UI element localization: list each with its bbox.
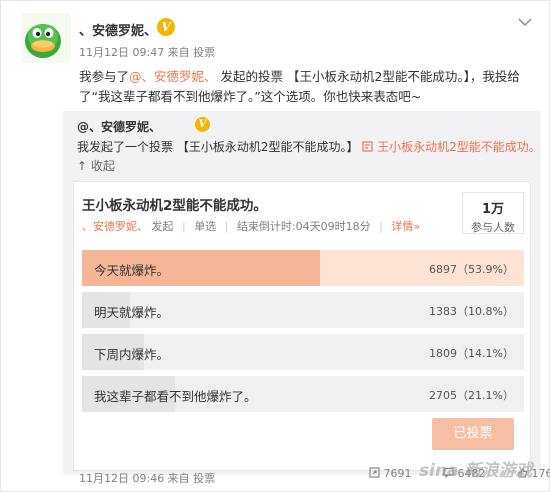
- post-meta: 11月12日 09:47 来自 投票: [79, 46, 216, 59]
- poll-option[interactable]: 我这辈子都看不到他爆炸了。 2705（21.1%）: [82, 376, 524, 412]
- post-username[interactable]: 、安德罗妮、: [79, 20, 157, 39]
- poll-detail-link[interactable]: 详情»: [391, 220, 420, 233]
- poll-organizer-suffix: 发起: [151, 220, 174, 233]
- repost-meta: 11月12日 09:46 来自 投票: [79, 472, 216, 485]
- post-text: 我参与了@、安德罗妮、 发起的投票 【王小板永动机2型能不能成功。】，我投给了“…: [79, 67, 539, 107]
- weibo-card: 、安德罗妮、 V 11月12日 09:47 来自 投票 我参与了@、安德罗妮、 …: [0, 0, 550, 492]
- poll-option-label: 明天就爆炸。: [94, 305, 170, 320]
- repost-count: 7691: [383, 467, 412, 480]
- divider: |: [379, 220, 383, 233]
- verified-badge-icon: V: [157, 18, 175, 36]
- poll-option-value: 6897（53.9%）: [429, 263, 514, 276]
- mention-link[interactable]: @、安德罗妮、: [129, 69, 217, 84]
- poll-link[interactable]: 王小板永动机2型能不能成功。: [362, 140, 541, 154]
- poll-countdown: 结束倒计时:04天09时18分: [236, 220, 371, 233]
- divider: |: [182, 220, 186, 233]
- poll-mode: 单选: [194, 220, 217, 233]
- participants-box: 1万 参与人数: [462, 192, 524, 234]
- poll-link-icon: [362, 141, 373, 152]
- like-count: 176: [531, 467, 550, 480]
- poll-option[interactable]: 今天就爆炸。 6897（53.9%）: [82, 250, 524, 286]
- avatar[interactable]: [21, 13, 71, 63]
- poll-organizer[interactable]: 、安德罗妮、: [82, 220, 148, 233]
- collapse-button[interactable]: ↑ 收起: [77, 157, 115, 174]
- voted-button[interactable]: 已投票: [432, 418, 514, 450]
- repost-username[interactable]: @、安德罗妮、: [77, 118, 161, 135]
- participants-num: 1万: [481, 202, 505, 217]
- poll-link-label: 王小板永动机2型能不能成功。: [377, 140, 541, 154]
- repost-verified-badge-icon: V: [195, 117, 210, 132]
- duck-avatar-icon: [21, 13, 71, 63]
- poll-option[interactable]: 明天就爆炸。 1383（10.8%）: [82, 292, 524, 328]
- post-text-prefix: 我参与了: [79, 69, 130, 84]
- repost-icon: [369, 467, 380, 478]
- chevron-down-icon[interactable]: [517, 15, 533, 29]
- poll-subinfo: 、安德罗妮、 发起 | 单选 | 结束倒计时:04天09时18分 | 详情»: [82, 218, 420, 234]
- poll-card: 王小板永动机2型能不能成功。 、安德罗妮、 发起 | 单选 | 结束倒计时:04…: [73, 181, 531, 471]
- poll-option-label: 今天就爆炸。: [94, 263, 170, 278]
- repost-text: 我发起了一个投票 【王小板永动机2型能不能成功。】 王小板永动机2型能不能成功。: [77, 138, 541, 155]
- poll-option-value: 2705（21.1%）: [429, 389, 514, 402]
- repost-box: @、安德罗妮、 V 我发起了一个投票 【王小板永动机2型能不能成功。】 王小板永…: [63, 111, 541, 475]
- divider: |: [224, 220, 229, 233]
- poll-option-label: 下周内爆炸。: [94, 347, 170, 362]
- poll-option-value: 1809（14.1%）: [429, 347, 514, 360]
- poll-option-value: 1383（10.8%）: [429, 305, 514, 318]
- participants-label: 参与人数: [471, 221, 515, 234]
- poll-title: 王小板永动机2型能不能成功。: [82, 198, 267, 214]
- poll-option-label: 我这辈子都看不到他爆炸了。: [94, 389, 257, 404]
- poll-option[interactable]: 下周内爆炸。 1809（14.1%）: [82, 334, 524, 370]
- sina-watermark: sina 新浪游戏: [419, 461, 533, 481]
- repost-text-prefix: 我发起了一个投票 【王小板永动机2型能不能成功。】: [77, 140, 359, 154]
